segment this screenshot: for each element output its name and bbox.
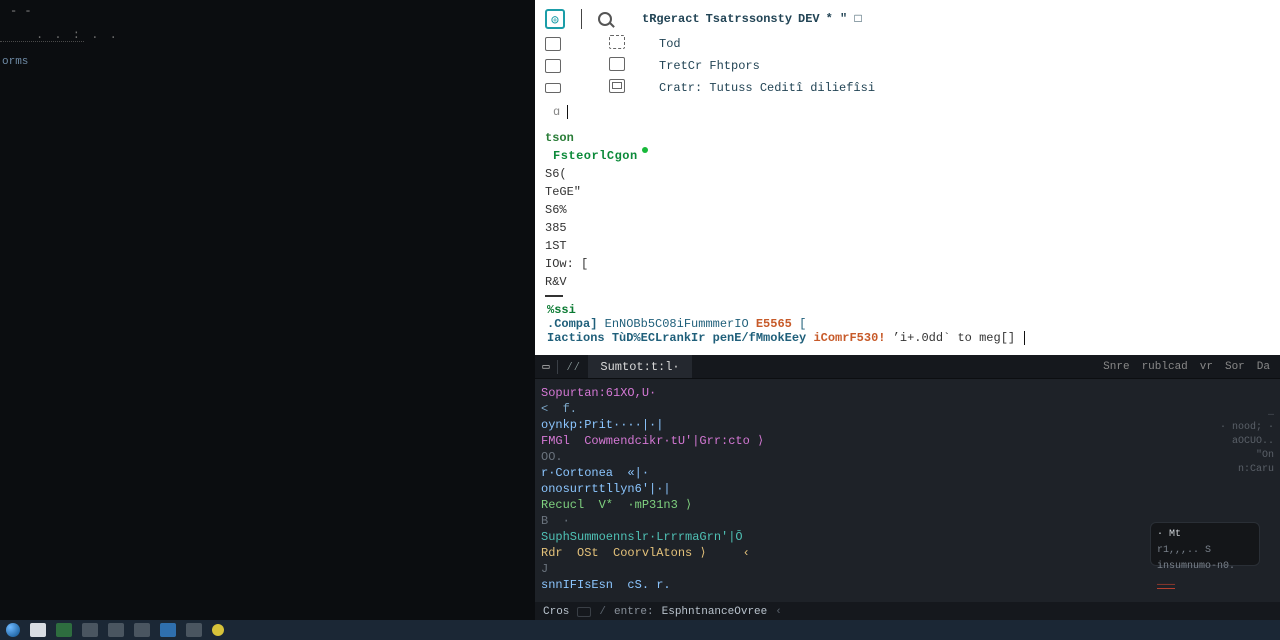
code-0: Sopurtan:61XO,U· bbox=[541, 386, 656, 400]
view-icon bbox=[609, 35, 625, 49]
bc-chip-icon bbox=[577, 607, 591, 617]
subrow-1-label: Tod bbox=[659, 37, 681, 51]
gutter-header: tson bbox=[545, 131, 574, 145]
subrow-1[interactable]: Tod bbox=[545, 33, 1280, 55]
ln-7: R&V bbox=[545, 275, 567, 289]
bc-0[interactable]: Cros bbox=[543, 606, 569, 618]
taskbar-chat-icon[interactable] bbox=[212, 624, 224, 636]
editor-gutter: tson FsteorlCgon S6( TeGE" S6% 385 1ST I… bbox=[545, 129, 1280, 291]
bc-4: ‹ bbox=[775, 606, 782, 618]
list-icon bbox=[609, 57, 625, 71]
start-button[interactable] bbox=[6, 623, 20, 637]
devtools-side-col: … · nood; · aOCUO.. "On n:Caru bbox=[1220, 407, 1274, 477]
editor-toolbar: ◎ tRgeract Tsatrssonsty DEV * " □ bbox=[535, 0, 1280, 29]
code-9: SuphSummoennslr·LrrrmaGrn'|Ō bbox=[541, 530, 743, 544]
devtools-pane: ▭ ⁄⁄ Sumtot:t:l· Snre rublcad vr Sor Da … bbox=[535, 355, 1280, 622]
code-10: Rdr OSt CoorvlAtons ⟩ ‹ bbox=[541, 546, 750, 560]
msg-line-2: Iactions TùD%ECLrankIr penE/fMmokEey iCo… bbox=[547, 331, 1280, 345]
tooltip-cap: · Mt bbox=[1157, 527, 1253, 543]
ln-6: IOw: [ bbox=[545, 257, 588, 271]
subrow-3-label: Cratr: Tutuss Ceditî diliefîsi bbox=[659, 81, 875, 95]
subrow-2-label: TretCr Fhtpors bbox=[659, 59, 760, 73]
editor-cursor-row[interactable]: ɑ bbox=[553, 105, 1280, 119]
ln-1: S6( bbox=[545, 167, 567, 181]
hover-tooltip: · Mt r1,,,.. S insumnumo-n0. ——— bbox=[1150, 522, 1260, 566]
headline: FsteorlCgon bbox=[553, 149, 638, 163]
devtools-breadcrumb[interactable]: Cros / entre: EsphntnanceOvree ‹ bbox=[535, 602, 1280, 622]
bc-3[interactable]: EsphntnanceOvree bbox=[662, 606, 768, 618]
devtools-body[interactable]: Sopurtan:61XO,U· < f. oynkp:Prit····|·| … bbox=[535, 379, 1280, 600]
left-divider bbox=[0, 41, 84, 42]
msg-caret-icon bbox=[1024, 331, 1025, 345]
ln-4: 385 bbox=[545, 221, 567, 235]
code-11: J bbox=[541, 562, 548, 576]
bc-2[interactable]: entre: bbox=[614, 606, 654, 618]
code-8: B · bbox=[541, 514, 570, 528]
left-pane: - - . . : . . orms bbox=[0, 0, 535, 620]
subrow-2[interactable]: TretCr Fhtpors bbox=[545, 55, 1280, 77]
taskbar-grid-icon[interactable] bbox=[108, 623, 124, 637]
devtools-tabbar: ▭ ⁄⁄ Sumtot:t:l· Snre rublcad vr Sor Da bbox=[535, 355, 1280, 379]
rtab-1[interactable]: rublcad bbox=[1142, 361, 1188, 373]
bc-1: / bbox=[599, 606, 606, 618]
rtab-4[interactable]: Da bbox=[1257, 361, 1270, 373]
rtab-2[interactable]: vr bbox=[1200, 361, 1213, 373]
app-logo-icon[interactable]: ◎ bbox=[545, 9, 565, 29]
code-3: FMGl Cowmendcikr·tU'|Grr:cto ⟩ bbox=[541, 434, 764, 448]
taskbar-files-icon[interactable] bbox=[30, 623, 46, 637]
tooltip-line: r1,,,.. S insumnumo-n0. bbox=[1157, 543, 1253, 575]
code-4: OO. bbox=[541, 450, 563, 464]
code-12: snnIFIsEsn cS. r. bbox=[541, 578, 671, 592]
left-small-label: orms bbox=[2, 56, 28, 68]
devtools-right-tabs: Snre rublcad vr Sor Da bbox=[1103, 361, 1280, 373]
toolbar-subrows: Tod TretCr Fhtpors Cratr: Tutuss Ceditî … bbox=[545, 33, 1280, 99]
msg-line-1: .Compa] EnNOBb5C08iFummmerIO E5565 [ bbox=[547, 317, 1280, 331]
taskbar-search-icon[interactable] bbox=[82, 623, 98, 637]
taskbar-edge-icon[interactable] bbox=[160, 623, 176, 637]
editor-separator bbox=[545, 295, 563, 297]
tab-elements[interactable]: Sumtot:t:l· bbox=[588, 355, 691, 378]
taskbar-app-green-icon[interactable] bbox=[56, 623, 72, 637]
caret-icon bbox=[567, 105, 568, 119]
code-6: onosurrttllyn6'|·| bbox=[541, 482, 671, 496]
subrow-3[interactable]: Cratr: Tutuss Ceditî diliefîsi bbox=[545, 77, 1280, 99]
crumb-1[interactable]: tRgeract bbox=[642, 12, 700, 26]
editor-pane: ◎ tRgeract Tsatrssonsty DEV * " □ Tod Tr… bbox=[535, 0, 1280, 355]
folder-icon bbox=[545, 59, 561, 73]
inspect-icon[interactable]: ▭ bbox=[535, 359, 557, 374]
message-block: %ssi .Compa] EnNOBb5C08iFummmerIO E5565 … bbox=[547, 303, 1280, 345]
ln-2: TeGE" bbox=[545, 185, 581, 199]
taskbar bbox=[0, 620, 1280, 640]
ln-3: S6% bbox=[545, 203, 567, 217]
slash-icon: ⁄⁄ bbox=[558, 360, 588, 374]
rtab-3[interactable]: Sor bbox=[1225, 361, 1245, 373]
screen-icon bbox=[609, 79, 625, 93]
tooltip-underline: ——— bbox=[1157, 578, 1175, 594]
ln-5: 1ST bbox=[545, 239, 567, 253]
toolbar-divider bbox=[581, 9, 582, 29]
crumb-tail: * " □ bbox=[826, 12, 862, 26]
code-2: oynkp:Prit····|·| bbox=[541, 418, 663, 432]
code-7: Recucl V* ·mP31n3 ⟩ bbox=[541, 498, 692, 512]
panel-icon bbox=[545, 83, 561, 93]
left-dot-marks: . . : . . bbox=[36, 28, 119, 42]
taskbar-store-icon[interactable] bbox=[134, 623, 150, 637]
code-1: < f. bbox=[541, 402, 577, 416]
crumb-2[interactable]: Tsatrssonsty bbox=[706, 12, 792, 26]
code-5: r·Cortonea «|· bbox=[541, 466, 649, 480]
status-dot-icon bbox=[642, 147, 648, 153]
file-icon bbox=[545, 37, 561, 51]
left-dash-marks: - - bbox=[10, 4, 32, 18]
rtab-0[interactable]: Snre bbox=[1103, 361, 1129, 373]
crumb-3[interactable]: DEV bbox=[798, 12, 820, 26]
msg-head: %ssi bbox=[547, 303, 576, 317]
taskbar-mail-icon[interactable] bbox=[186, 623, 202, 637]
search-icon[interactable] bbox=[598, 12, 612, 26]
